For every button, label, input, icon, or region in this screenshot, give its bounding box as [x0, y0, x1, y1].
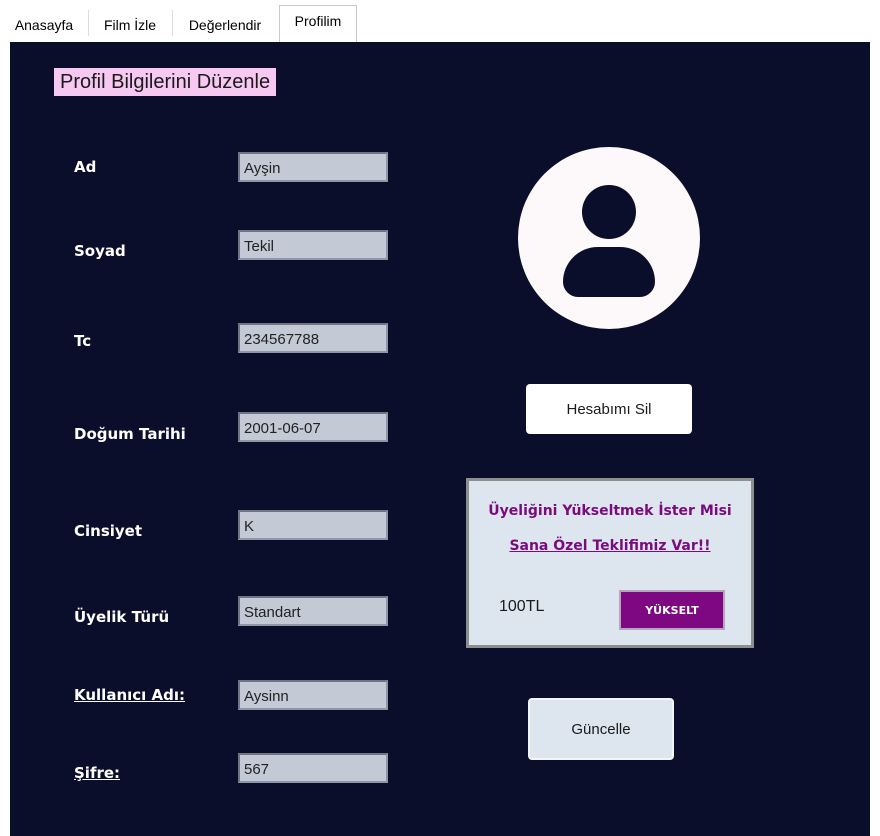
tab-degerlendir[interactable]: Değerlendir [174, 8, 276, 42]
label-cinsiyet: Cinsiyet [74, 522, 143, 540]
label-tc: Tc [74, 332, 92, 350]
delete-account-button[interactable]: Hesabımı Sil [526, 384, 692, 434]
ad-field[interactable] [238, 152, 388, 182]
tab-anasayfa[interactable]: Anasayfa [2, 8, 86, 42]
sifre-field[interactable] [238, 753, 388, 783]
page-title: Profil Bilgilerini Düzenle [54, 68, 277, 96]
label-ad: Ad [74, 158, 97, 176]
profile-panel: Profil Bilgilerini Düzenle Ad Soyad Tc D… [10, 42, 870, 836]
promo-price: 100TL [499, 598, 545, 615]
kullanici-adi-field[interactable] [238, 680, 388, 710]
label-kullanici-adi: Kullanıcı Adı: [74, 686, 186, 704]
tab-profilim[interactable]: Profilim [279, 5, 357, 42]
label-dogum-tarihi: Doğum Tarihi [74, 425, 186, 443]
label-soyad: Soyad [74, 242, 126, 260]
soyad-field[interactable] [238, 230, 388, 260]
update-button[interactable]: Güncelle [528, 698, 674, 760]
promo-heading: Üyeliğini Yükseltmek İster Misi [488, 503, 732, 519]
promo-offer-link[interactable]: Sana Özel Teklifimiz Var!! [469, 538, 751, 554]
upgrade-button[interactable]: YÜKSELT [619, 590, 725, 630]
tc-field[interactable] [238, 323, 388, 353]
avatar-shoulders [563, 247, 655, 297]
label-uyelik-turu: Üyelik Türü [74, 608, 170, 626]
dogum-tarihi-field[interactable] [238, 412, 388, 442]
tab-divider [88, 10, 89, 36]
user-avatar-icon [518, 147, 700, 329]
tab-film-izle[interactable]: Film İzle [90, 8, 170, 42]
avatar-head [582, 185, 636, 239]
cinsiyet-field[interactable] [238, 510, 388, 540]
label-sifre: Şifre: [74, 764, 121, 782]
uyelik-turu-field[interactable] [238, 596, 388, 626]
tab-divider [172, 10, 173, 36]
upgrade-promo-box: Üyeliğini Yükseltmek İster Misi Sana Öze… [466, 478, 754, 648]
tab-bar: Anasayfa Film İzle Değerlendir Profilim [0, 0, 880, 42]
